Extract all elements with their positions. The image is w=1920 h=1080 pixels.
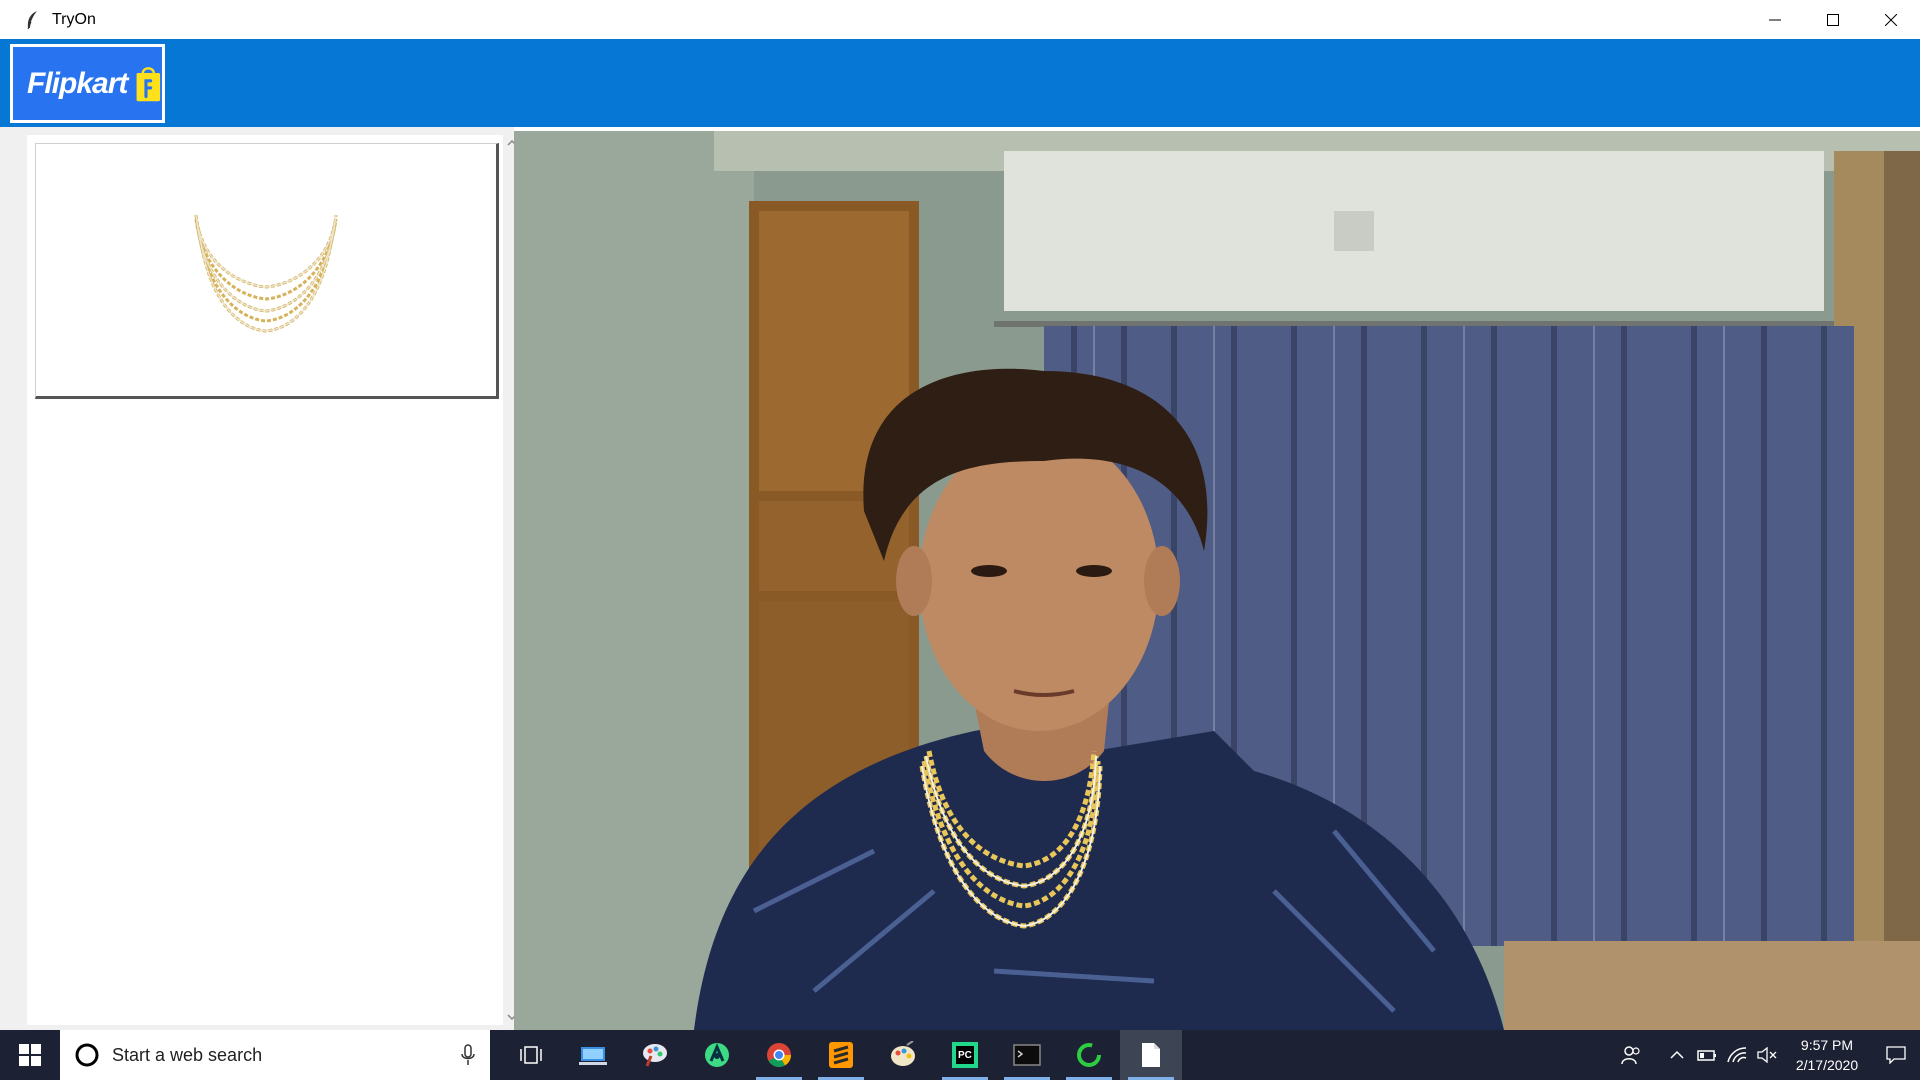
pycharm-button[interactable]: PC (934, 1030, 996, 1080)
search-box[interactable]: Start a web search (60, 1030, 490, 1080)
clock-time: 9:57 PM (1800, 1037, 1854, 1053)
product-card-necklace[interactable] (35, 143, 499, 399)
terminal-icon (1013, 1044, 1041, 1066)
product-list[interactable] (27, 135, 503, 1025)
loader-app-button[interactable] (1058, 1030, 1120, 1080)
battery-icon (1697, 1050, 1716, 1061)
feather-icon (22, 10, 42, 30)
window-controls (1746, 0, 1920, 39)
android-studio-icon (705, 1043, 729, 1067)
notification-icon (1886, 1046, 1906, 1064)
sublime-text-button[interactable] (810, 1030, 872, 1080)
necklace-thumbnail (194, 214, 338, 333)
task-view-button[interactable] (500, 1030, 562, 1080)
webcam-image (514, 131, 1920, 1030)
app-header: Flipkart (0, 39, 1920, 127)
shopping-bag-icon (136, 66, 161, 101)
volume-button[interactable] (1752, 1030, 1782, 1080)
cursor-loader-icon (1077, 1043, 1101, 1067)
paint-icon (891, 1041, 915, 1066)
clock-date: 2/17/2020 (1795, 1057, 1859, 1073)
action-center-button[interactable] (1872, 1030, 1920, 1080)
system-tray: 9:57 PM 2/17/2020 (1616, 1030, 1920, 1080)
file-explorer-button[interactable] (562, 1030, 624, 1080)
maximize-button[interactable] (1804, 0, 1862, 39)
chrome-icon (767, 1043, 791, 1068)
pycharm-icon: PC (952, 1042, 978, 1068)
svg-text:PC: PC (958, 1050, 972, 1061)
volume-muted-icon (1757, 1047, 1777, 1063)
people-icon (1621, 1046, 1640, 1065)
product-panel (0, 127, 520, 1030)
flipkart-logo[interactable]: Flipkart (10, 44, 165, 123)
wifi-button[interactable] (1722, 1030, 1752, 1080)
cortana-icon (75, 1043, 99, 1067)
paint-3d-button[interactable] (624, 1030, 686, 1080)
close-button[interactable] (1862, 0, 1920, 39)
chevron-up-icon (1670, 1050, 1684, 1059)
android-studio-button[interactable] (686, 1030, 748, 1080)
title-bar: TryOn (0, 0, 1920, 39)
window-title: TryOn (52, 10, 96, 28)
battery-button[interactable] (1692, 1030, 1722, 1080)
wifi-icon (1727, 1047, 1747, 1063)
terminal-button[interactable] (996, 1030, 1058, 1080)
maximize-icon (1827, 13, 1839, 26)
taskbar: Start a web search PC 9:57 PM 2/17/2020 (0, 1030, 1920, 1080)
windows-icon (19, 1044, 41, 1066)
logo-text: Flipkart (27, 66, 128, 100)
people-button[interactable] (1616, 1030, 1646, 1080)
minimize-icon (1769, 19, 1781, 20)
minimize-button[interactable] (1746, 0, 1804, 39)
clock[interactable]: 9:57 PM 2/17/2020 (1782, 1035, 1872, 1075)
document-button[interactable] (1120, 1030, 1182, 1080)
taskbar-apps: PC (500, 1030, 1182, 1080)
microphone-icon[interactable] (460, 1044, 476, 1066)
search-placeholder: Start a web search (112, 1044, 263, 1065)
start-button[interactable] (0, 1030, 60, 1080)
document-icon (1142, 1043, 1160, 1067)
paint-button[interactable] (872, 1030, 934, 1080)
camera-feed (514, 131, 1920, 1030)
close-icon (1885, 13, 1897, 26)
chrome-button[interactable] (748, 1030, 810, 1080)
paint-3d-icon (643, 1044, 667, 1067)
task-view-icon (520, 1046, 542, 1064)
sublime-text-icon (829, 1042, 853, 1068)
show-hidden-icons-button[interactable] (1662, 1030, 1692, 1080)
file-explorer-icon (579, 1047, 607, 1065)
